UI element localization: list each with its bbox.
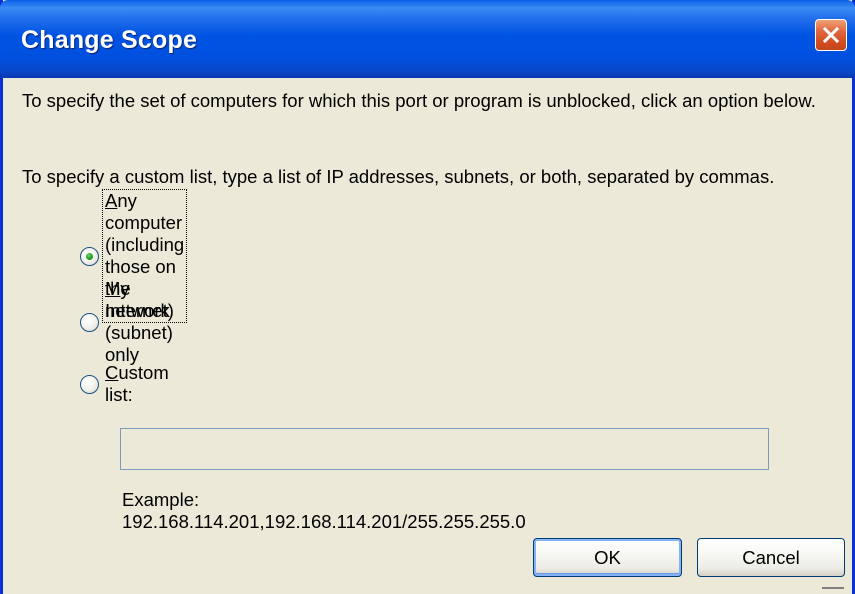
radio-button-selected-icon[interactable] — [80, 246, 99, 266]
radio-label-custom-list[interactable]: Custom list: — [103, 362, 171, 406]
instruction-text-scope: To specify the set of computers for whic… — [22, 90, 816, 111]
cancel-button[interactable]: Cancel — [697, 538, 845, 577]
radio-button-icon[interactable] — [80, 374, 99, 394]
custom-list-input[interactable] — [120, 428, 769, 470]
ok-button[interactable]: OK — [533, 538, 682, 577]
close-icon — [821, 25, 841, 45]
custom-list-example: Example: 192.168.114.201,192.168.114.201… — [122, 489, 526, 532]
instruction-text-custom-list: To specify a custom list, type a list of… — [22, 166, 775, 187]
dialog-title: Change Scope — [21, 26, 198, 54]
resize-grip — [822, 587, 844, 589]
radio-button-icon[interactable] — [80, 312, 99, 332]
close-button[interactable] — [815, 19, 847, 51]
radio-my-network[interactable]: My network (subnet) only — [80, 278, 175, 365]
radio-label-my-network[interactable]: My network (subnet) only — [103, 278, 175, 366]
radio-any-computer[interactable]: Any computer (including those on the Int… — [80, 189, 188, 323]
title-bar[interactable]: Change Scope — [0, 0, 855, 78]
radio-custom-list[interactable]: Custom list: — [80, 362, 171, 405]
